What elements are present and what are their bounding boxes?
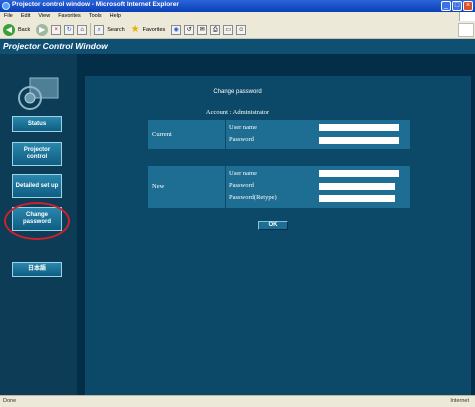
stop-icon[interactable]: ×: [51, 24, 62, 35]
highlight-circle: [4, 202, 70, 240]
favorites-icon[interactable]: ★: [131, 24, 140, 35]
back-button-label[interactable]: Back: [18, 27, 30, 33]
window-title: Projector control window - Microsoft Int…: [12, 1, 179, 8]
media-icon[interactable]: ◉: [171, 24, 182, 35]
menu-view[interactable]: View: [38, 12, 50, 21]
mail-icon[interactable]: ✉: [197, 24, 208, 35]
search-button-label[interactable]: Search: [107, 27, 124, 33]
favorites-button-label[interactable]: Favorites: [143, 27, 166, 33]
sidebar-item-status[interactable]: Status: [12, 116, 62, 132]
sidebar-item-label: Status: [27, 120, 47, 127]
current-password-label: Password: [229, 136, 254, 143]
sidebar-item-label: Projector control: [23, 147, 51, 160]
sidebar-item-label: 日本語: [27, 266, 46, 272]
menu-help[interactable]: Help: [110, 12, 121, 21]
menu-tools[interactable]: Tools: [89, 12, 102, 21]
sidebar: Status Projector control Detailed set up…: [0, 54, 77, 395]
back-icon[interactable]: ◀: [3, 23, 15, 36]
status-text: Done: [3, 398, 17, 404]
toolbar-separator: [90, 23, 92, 36]
security-zone: Internet: [450, 398, 469, 404]
minimize-button[interactable]: _: [441, 1, 451, 11]
refresh-icon[interactable]: ↻: [64, 24, 75, 35]
current-section-label: Current: [152, 131, 172, 138]
current-username-input[interactable]: [319, 124, 399, 131]
menu-favorites[interactable]: Favorites: [58, 12, 81, 21]
new-username-label: User name: [229, 170, 257, 177]
new-section: New User name Password Password(Retype): [148, 166, 410, 208]
search-icon[interactable]: ⌕: [94, 24, 105, 35]
sidebar-item-detailed-set-up[interactable]: Detailed set up: [12, 174, 62, 198]
maximize-button[interactable]: □: [452, 1, 462, 11]
app-header: Projector Control Window: [0, 39, 475, 54]
menu-file[interactable]: File: [4, 12, 13, 21]
section-divider: [225, 120, 226, 149]
internet-explorer-icon: [2, 2, 10, 10]
sidebar-item-projector-control[interactable]: Projector control: [12, 142, 62, 166]
new-password-input[interactable]: [319, 183, 395, 190]
messenger-icon[interactable]: ☺: [236, 24, 247, 35]
sidebar-item-label: Detailed set up: [15, 182, 59, 189]
windows-logo-icon: [459, 12, 475, 21]
section-divider: [225, 166, 226, 208]
status-bar: Done Internet: [0, 395, 475, 407]
browser-toolbar: ◀ Back ▶ × ↻ ⌂ ⌕ Search ★ Favorites ◉ ↺ …: [0, 21, 475, 39]
page-title: Change password: [213, 89, 262, 95]
windows-flag-icon: [458, 22, 474, 37]
new-section-label: New: [152, 183, 165, 190]
folder-icon[interactable]: ▭: [223, 24, 234, 35]
new-password-retype-label: Password(Retype): [229, 194, 277, 201]
browser-title-bar: Projector control window - Microsoft Int…: [0, 0, 475, 12]
current-password-input[interactable]: [319, 137, 399, 144]
history-icon[interactable]: ↺: [184, 24, 195, 35]
new-password-label: Password: [229, 182, 254, 189]
ok-button[interactable]: OK: [258, 221, 288, 230]
forward-icon[interactable]: ▶: [36, 23, 49, 36]
new-username-input[interactable]: [319, 170, 399, 177]
account-line: Account : Administrator: [205, 109, 270, 116]
new-password-retype-input[interactable]: [319, 195, 395, 202]
window-controls: _ □ ×: [441, 1, 473, 11]
current-username-label: User name: [229, 124, 257, 131]
print-icon[interactable]: ⎙: [210, 24, 221, 35]
menu-bar: File Edit View Favorites Tools Help: [0, 12, 475, 21]
current-section: Current User name Password: [148, 120, 410, 149]
close-button[interactable]: ×: [463, 1, 473, 11]
sidebar-item-japanese[interactable]: 日本語: [12, 262, 62, 277]
menu-edit[interactable]: Edit: [21, 12, 30, 21]
home-icon[interactable]: ⌂: [77, 24, 88, 35]
